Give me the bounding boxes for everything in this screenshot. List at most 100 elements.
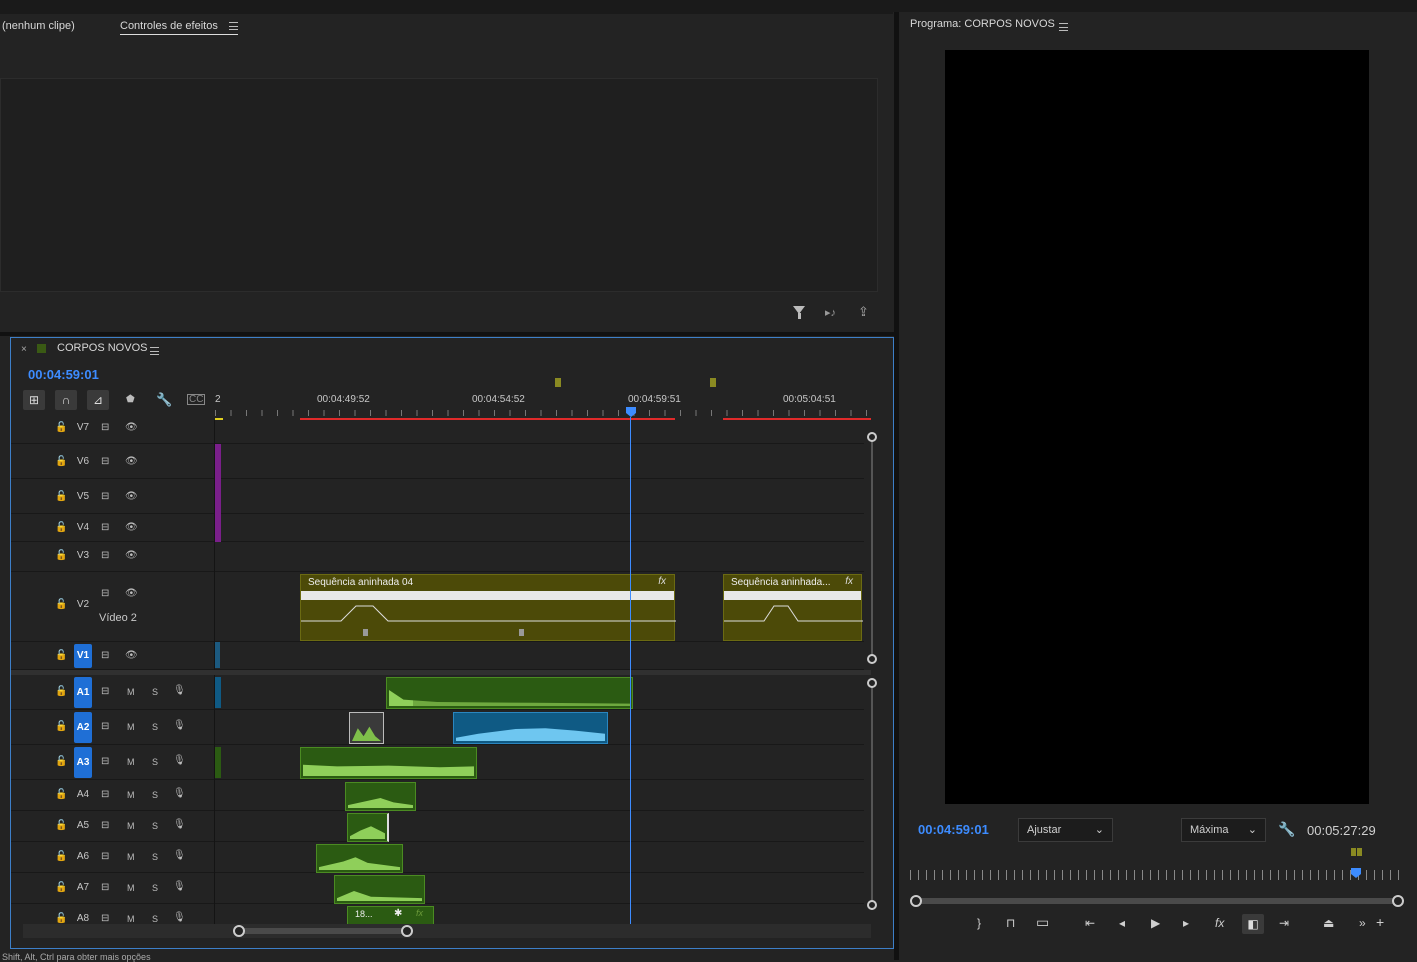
program-menu-icon[interactable] (1059, 23, 1068, 32)
zoom-handle[interactable] (1392, 895, 1404, 907)
fx-badge[interactable]: fx (658, 576, 666, 587)
fit-dropdown[interactable]: Ajustar ⌄ (1018, 818, 1113, 842)
eye-icon[interactable]: 👁 (125, 423, 138, 433)
comparison-view-icon[interactable]: ◧ (1242, 914, 1264, 934)
toggle-sync-icon[interactable]: ⊟ (101, 492, 109, 502)
solo-button[interactable]: S (152, 723, 158, 732)
settings-wrench-icon[interactable]: 🔧 (1278, 821, 1295, 838)
scroll-handle[interactable] (867, 678, 877, 688)
time-ruler[interactable]: 2 00:04:49:52 00:04:54:52 00:04:59:51 00… (215, 378, 871, 420)
lock-icon[interactable]: 🔓 (55, 687, 67, 697)
sequence-menu-icon[interactable] (150, 347, 159, 356)
mute-button[interactable]: M (127, 791, 135, 800)
track-name[interactable]: A7 (74, 880, 92, 896)
fx-badge[interactable]: fx (845, 576, 853, 587)
track-name[interactable]: A2 (74, 712, 92, 743)
zoom-handle[interactable] (910, 895, 922, 907)
toggle-sync-icon[interactable]: ⊟ (101, 589, 109, 599)
monitor-zoom-bar[interactable] (910, 895, 1404, 907)
opacity-keyframe-line[interactable] (301, 601, 676, 641)
solo-button[interactable]: S (152, 758, 158, 767)
mute-button[interactable]: M (127, 915, 135, 924)
track-name[interactable]: V1 (74, 644, 92, 668)
scroll-handle[interactable] (867, 432, 877, 442)
track-name[interactable]: V5 (74, 489, 92, 505)
marker-icon[interactable] (710, 378, 716, 387)
microphone-icon[interactable]: 🎙 (173, 820, 186, 830)
lock-icon[interactable]: 🔓 (55, 722, 67, 732)
microphone-icon[interactable]: 🎙 (173, 789, 186, 799)
lock-icon[interactable]: 🔓 (55, 852, 67, 862)
toggle-sync-icon[interactable]: ⊟ (101, 757, 109, 767)
program-monitor-title[interactable]: Programa: CORPOS NOVOS (910, 18, 1055, 30)
timeline-timecode[interactable]: 00:04:59:01 (28, 367, 99, 382)
play-audio-icon[interactable]: ▸♪ (825, 306, 836, 319)
lock-icon[interactable]: 🔓 (55, 821, 67, 831)
scroll-thumb[interactable] (239, 928, 407, 934)
play-icon[interactable]: ▶ (1151, 916, 1160, 930)
monitor-ruler[interactable] (910, 870, 1402, 880)
sequence-tab[interactable]: CORPOS NOVOS (57, 342, 147, 354)
microphone-icon[interactable]: 🎙 (173, 756, 186, 766)
quality-dropdown[interactable]: Máxima ⌄ (1181, 818, 1266, 842)
audio-clip[interactable] (334, 875, 425, 904)
video-vertical-scrollbar[interactable] (867, 432, 877, 664)
eye-icon[interactable]: 👁 (125, 589, 138, 599)
solo-button[interactable]: S (152, 791, 158, 800)
audio-clip-transition[interactable] (349, 712, 384, 744)
track-name[interactable]: V3 (74, 548, 92, 564)
add-marker-icon[interactable]: ⊓ (1006, 916, 1015, 930)
step-back-icon[interactable]: ◂ (1119, 916, 1125, 930)
safe-margins-icon[interactable]: ▭ (1036, 914, 1049, 931)
a3-clip-edge[interactable] (215, 747, 221, 778)
close-tab-icon[interactable]: × (21, 344, 27, 355)
purple-clip[interactable] (215, 444, 221, 542)
add-marker-icon[interactable]: ⬟ (126, 394, 135, 405)
solo-button[interactable]: S (152, 688, 158, 697)
solo-button[interactable]: S (152, 822, 158, 831)
track-name[interactable]: A6 (74, 849, 92, 865)
mute-button[interactable]: M (127, 884, 135, 893)
a1-clip-edge[interactable] (215, 677, 221, 708)
toggle-sync-icon[interactable]: ⊟ (101, 914, 109, 924)
source-tab[interactable]: (nenhum clipe) (2, 20, 75, 32)
lock-icon[interactable]: 🔓 (55, 600, 67, 610)
eye-icon[interactable]: 👁 (125, 457, 138, 467)
microphone-icon[interactable]: 🎙 (173, 686, 186, 696)
track-name[interactable]: V7 (74, 420, 92, 436)
mute-button[interactable]: M (127, 723, 135, 732)
microphone-icon[interactable]: 🎙 (173, 851, 186, 861)
track-name[interactable]: V6 (74, 454, 92, 470)
nested-sequence-clip[interactable]: Sequência aninhada 04 fx (300, 574, 676, 641)
lock-icon[interactable]: 🔓 (55, 551, 67, 561)
scroll-handle[interactable] (867, 900, 877, 910)
step-forward-icon[interactable]: ▸ (1183, 916, 1189, 930)
toggle-sync-icon[interactable]: ⊟ (101, 551, 109, 561)
nested-sequence-clip[interactable]: Sequência aninhada... fx (723, 574, 863, 641)
marker-icon[interactable] (1351, 848, 1356, 856)
track-name[interactable]: A5 (74, 818, 92, 834)
toggle-sync-icon[interactable]: ⊟ (101, 852, 109, 862)
effect-controls-tab[interactable]: Controles de efeitos (120, 20, 238, 35)
eye-icon[interactable]: 👁 (125, 492, 138, 502)
fx-badge[interactable]: fx (416, 908, 423, 918)
solo-button[interactable]: S (152, 884, 158, 893)
track-name[interactable]: A4 (74, 787, 92, 803)
track-name[interactable]: V4 (74, 520, 92, 536)
linked-selection-icon[interactable]: ⊿ (87, 390, 109, 410)
v1-clip-edge[interactable] (215, 642, 220, 668)
video-preview[interactable] (945, 50, 1369, 804)
toggle-sync-icon[interactable]: ⊟ (101, 821, 109, 831)
lock-icon[interactable]: 🔓 (55, 757, 67, 767)
track-name[interactable]: A1 (74, 677, 92, 708)
lock-icon[interactable]: 🔓 (55, 883, 67, 893)
toggle-sync-icon[interactable]: ⊟ (101, 883, 109, 893)
eye-icon[interactable]: 👁 (125, 523, 138, 533)
lock-icon[interactable]: 🔓 (55, 457, 67, 467)
snap-icon[interactable]: ∩ (55, 390, 77, 410)
microphone-icon[interactable]: 🎙 (173, 882, 186, 892)
solo-button[interactable]: S (152, 915, 158, 924)
captions-icon[interactable]: CC (187, 394, 206, 405)
audio-clip[interactable]: 18... ✱ fx (347, 906, 434, 925)
audio-clip-selected[interactable] (453, 712, 608, 744)
